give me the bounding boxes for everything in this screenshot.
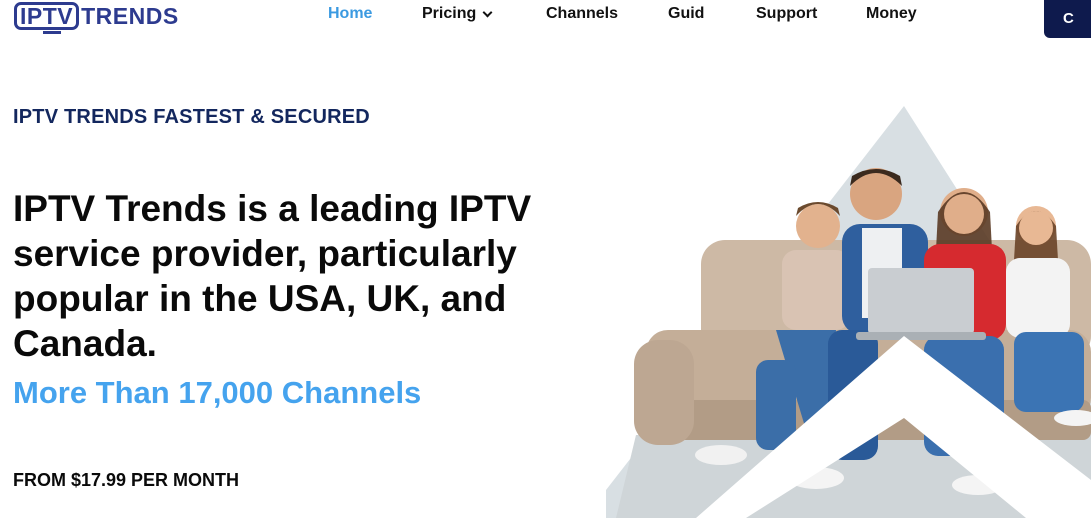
header-cta-button[interactable]: C [1044, 0, 1091, 38]
nav-home[interactable]: Home [328, 5, 372, 23]
nav-pricing[interactable]: Pricing [422, 5, 493, 23]
hero-family-image [606, 106, 1091, 518]
hero-headline: IPTV Trends is a leading IPTV service pr… [13, 188, 532, 364]
logo-boxed-text: IPTV [20, 2, 74, 29]
hero-eyebrow: IPTV TRENDS FASTEST & SECURED [13, 106, 370, 128]
price-text: FROM $17.99 PER MONTH [13, 470, 240, 490]
logo-tv-icon: IPTV [14, 2, 80, 34]
logo-text: TRENDS [81, 2, 179, 29]
nav-money[interactable]: Money [866, 5, 917, 23]
channel-count: More Than 17,000 Channels [13, 375, 422, 410]
site-logo[interactable]: IPTV TRENDS [14, 0, 179, 34]
nav-support[interactable]: Support [756, 5, 817, 23]
chevron-down-icon [482, 7, 493, 17]
logo-tv-stand [43, 29, 61, 34]
nav-pricing-label: Pricing [422, 5, 477, 22]
nav-channels[interactable]: Channels [546, 5, 618, 23]
nav-guid[interactable]: Guid [668, 5, 704, 23]
